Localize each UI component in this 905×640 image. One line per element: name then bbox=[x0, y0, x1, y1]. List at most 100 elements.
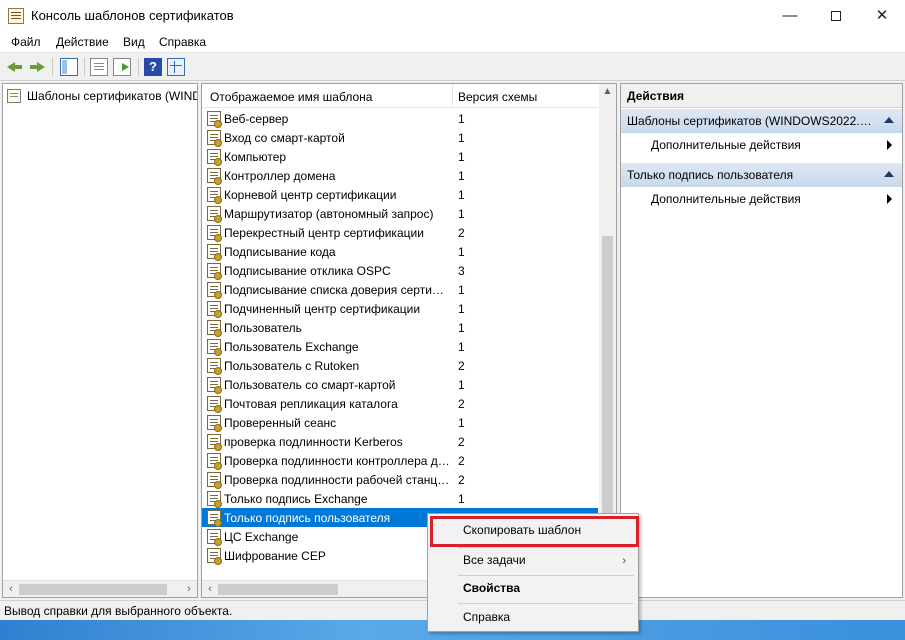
schema-version: 1 bbox=[458, 131, 465, 145]
certificate-template-icon bbox=[207, 206, 222, 223]
schema-version: 1 bbox=[458, 321, 465, 335]
template-name: Проверка подлинности рабочей станции bbox=[224, 473, 450, 487]
more-actions-label: Дополнительные действия bbox=[651, 192, 801, 206]
collapse-icon[interactable] bbox=[884, 171, 894, 177]
table-row[interactable]: Проверенный сеанс 1 bbox=[202, 413, 598, 432]
schema-version: 2 bbox=[458, 435, 465, 449]
table-row[interactable]: Проверка подлинности контроллера домена 2 bbox=[202, 451, 598, 470]
more-actions-templates[interactable]: Дополнительные действия bbox=[621, 134, 902, 156]
scroll-right-icon[interactable]: › bbox=[182, 583, 196, 596]
table-row[interactable]: Только подпись Exchange 1 bbox=[202, 489, 598, 508]
schema-version: 1 bbox=[458, 188, 465, 202]
template-name: Только подпись пользователя bbox=[224, 511, 391, 525]
back-arrow-icon[interactable] bbox=[6, 58, 24, 76]
context-all-tasks[interactable]: Все задачи › bbox=[430, 548, 636, 574]
tree-horizontal-scrollbar[interactable]: ‹ › bbox=[3, 580, 197, 597]
menu-file[interactable]: Файл bbox=[11, 35, 41, 49]
export-list-icon[interactable] bbox=[113, 58, 131, 76]
table-row[interactable]: Пользователь 1 bbox=[202, 318, 598, 337]
table-row[interactable]: Маршрутизатор (автономный запрос) 1 bbox=[202, 204, 598, 223]
more-actions-selected[interactable]: Дополнительные действия bbox=[621, 188, 902, 210]
template-name: проверка подлинности Kerberos bbox=[224, 435, 403, 449]
table-row[interactable]: Подчиненный центр сертификации 1 bbox=[202, 299, 598, 318]
menu-help[interactable]: Справка bbox=[159, 35, 206, 49]
certificate-template-icon bbox=[207, 339, 222, 356]
column-header-version[interactable]: Версия схемы bbox=[458, 90, 537, 104]
scroll-left-icon[interactable]: ‹ bbox=[4, 583, 18, 596]
mmc-window: Консоль шаблонов сертификатов — ✕ Файл Д… bbox=[0, 0, 905, 640]
table-row[interactable]: Пользователь Exchange 1 bbox=[202, 337, 598, 356]
properties-icon[interactable] bbox=[90, 58, 108, 76]
table-row[interactable]: Контроллер домена 1 bbox=[202, 166, 598, 185]
table-row[interactable]: Проверка подлинности рабочей станции 2 bbox=[202, 470, 598, 489]
table-row[interactable]: Подписывание кода 1 bbox=[202, 242, 598, 261]
title-bar: Консоль шаблонов сертификатов — ✕ bbox=[0, 0, 905, 31]
console-tree-pane: Шаблоны сертификатов (WINDOWS2022.ds... … bbox=[2, 83, 198, 598]
close-button[interactable]: ✕ bbox=[859, 0, 905, 31]
menu-action[interactable]: Действие bbox=[56, 35, 109, 49]
certificate-template-icon bbox=[207, 415, 222, 432]
column-separator[interactable] bbox=[452, 84, 453, 108]
certificate-template-icon bbox=[207, 244, 222, 261]
submenu-arrow-icon bbox=[887, 140, 892, 150]
scroll-left-icon[interactable]: ‹ bbox=[203, 583, 217, 596]
schema-version: 1 bbox=[458, 492, 465, 506]
schema-version: 1 bbox=[458, 378, 465, 392]
certificate-template-icon bbox=[207, 491, 222, 508]
table-row[interactable]: Компьютер 1 bbox=[202, 147, 598, 166]
certificate-template-icon bbox=[207, 263, 222, 280]
context-properties[interactable]: Свойства bbox=[430, 576, 636, 602]
table-row[interactable]: Пользователь со смарт-картой 1 bbox=[202, 375, 598, 394]
list-header: Отображаемое имя шаблона Версия схемы bbox=[202, 84, 598, 108]
console-tree-icon[interactable] bbox=[60, 58, 78, 76]
window-title: Консоль шаблонов сертификатов bbox=[31, 8, 234, 23]
template-name: Подчиненный центр сертификации bbox=[224, 302, 421, 316]
table-row[interactable]: Подписывание отклика OSPC 3 bbox=[202, 261, 598, 280]
certificate-template-icon bbox=[207, 225, 222, 242]
scroll-thumb[interactable] bbox=[218, 584, 338, 595]
template-name: Маршрутизатор (автономный запрос) bbox=[224, 207, 434, 221]
maximize-button[interactable] bbox=[813, 0, 859, 31]
certificate-template-icon bbox=[207, 130, 222, 147]
table-row[interactable]: Корневой центр сертификации 1 bbox=[202, 185, 598, 204]
scroll-up-icon[interactable]: ▲ bbox=[601, 86, 614, 100]
status-text: Вывод справки для выбранного объекта. bbox=[4, 604, 233, 618]
template-name: Веб-сервер bbox=[224, 112, 289, 126]
table-row[interactable]: Перекрестный центр сертификации 2 bbox=[202, 223, 598, 242]
template-name: Только подпись Exchange bbox=[224, 492, 368, 506]
certificate-template-icon bbox=[207, 510, 222, 527]
submenu-chevron-icon: › bbox=[622, 555, 626, 567]
actions-group-selected[interactable]: Только подпись пользователя bbox=[621, 163, 902, 187]
table-row[interactable]: Веб-сервер 1 bbox=[202, 109, 598, 128]
actions-group-templates[interactable]: Шаблоны сертификатов (WINDOWS2022.ds... bbox=[621, 109, 902, 133]
table-row[interactable]: Почтовая репликация каталога 2 bbox=[202, 394, 598, 413]
list-vertical-scrollbar[interactable]: ▲ ▼ bbox=[599, 84, 616, 582]
schema-version: 2 bbox=[458, 359, 465, 373]
show-action-pane-icon[interactable] bbox=[167, 58, 185, 76]
certificate-template-icon bbox=[207, 472, 222, 489]
schema-version: 2 bbox=[458, 473, 465, 487]
certificate-template-icon bbox=[207, 111, 222, 128]
minimize-button[interactable]: — bbox=[767, 0, 813, 31]
scroll-thumb[interactable] bbox=[19, 584, 167, 595]
forward-arrow-icon[interactable] bbox=[28, 58, 46, 76]
actions-group-label: Шаблоны сертификатов (WINDOWS2022.ds... bbox=[627, 114, 877, 128]
column-header-name[interactable]: Отображаемое имя шаблона bbox=[210, 90, 372, 104]
toolbar: ? bbox=[0, 54, 905, 81]
context-help[interactable]: Справка bbox=[430, 605, 636, 631]
schema-version: 1 bbox=[458, 150, 465, 164]
certificate-template-icon bbox=[207, 434, 222, 451]
certificate-template-icon bbox=[207, 396, 222, 413]
schema-version: 1 bbox=[458, 416, 465, 430]
template-name: Подписывание кода bbox=[224, 245, 336, 259]
table-row[interactable]: проверка подлинности Kerberos 2 bbox=[202, 432, 598, 451]
table-row[interactable]: Подписывание списка доверия сертификатов… bbox=[202, 280, 598, 299]
table-row[interactable]: Вход со смарт-картой 1 bbox=[202, 128, 598, 147]
menu-view[interactable]: Вид bbox=[123, 35, 145, 49]
template-name: ЦС Exchange bbox=[224, 530, 299, 544]
table-row[interactable]: Пользователь с Rutoken 2 bbox=[202, 356, 598, 375]
collapse-icon[interactable] bbox=[884, 117, 894, 123]
template-name: Перекрестный центр сертификации bbox=[224, 226, 424, 240]
template-name: Пользователь bbox=[224, 321, 302, 335]
help-icon[interactable]: ? bbox=[144, 58, 162, 76]
